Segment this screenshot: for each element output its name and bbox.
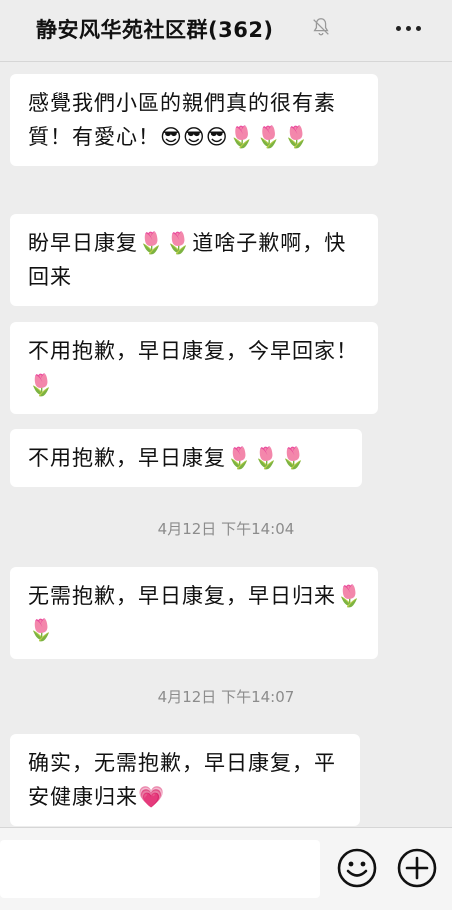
message-bubble[interactable]: 确实，无需抱歉，早日康复，平安健康归来💗 [10,734,360,826]
input-bar [0,827,452,910]
message-bubble[interactable]: 感覺我們小區的親們真的很有素質！有愛心！😎😎😎🌷🌷🌷 [10,74,378,166]
chat-title: 静安风华苑社区群(362) [36,18,274,42]
message-bubble[interactable]: 不用抱歉，早日康复🌷🌷🌷 [10,429,362,487]
message-input[interactable] [0,840,320,898]
more-dots-icon[interactable] [394,18,424,38]
message-timestamp: 4月12日 下午14:07 [157,688,295,706]
message-timestamp: 4月12日 下午14:04 [157,520,295,538]
message-bubble[interactable]: 盼早日康复🌷🌷道啥子歉啊，快回来 [10,214,378,306]
message-list[interactable]: 感覺我們小區的親們真的很有素質！有愛心！😎😎😎🌷🌷🌷 盼早日康复🌷🌷道啥子歉啊，… [0,62,452,827]
plus-circle-icon[interactable] [396,847,438,889]
chat-header: 静安风华苑社区群(362) [0,0,452,62]
message-bubble[interactable]: 不用抱歉，早日康复，今早回家！🌷 [10,322,378,414]
back-button[interactable] [0,0,26,62]
bell-off-icon [313,18,329,36]
smiley-icon[interactable] [336,847,378,889]
message-bubble[interactable]: 无需抱歉，早日康复，早日归来🌷🌷 [10,567,378,659]
